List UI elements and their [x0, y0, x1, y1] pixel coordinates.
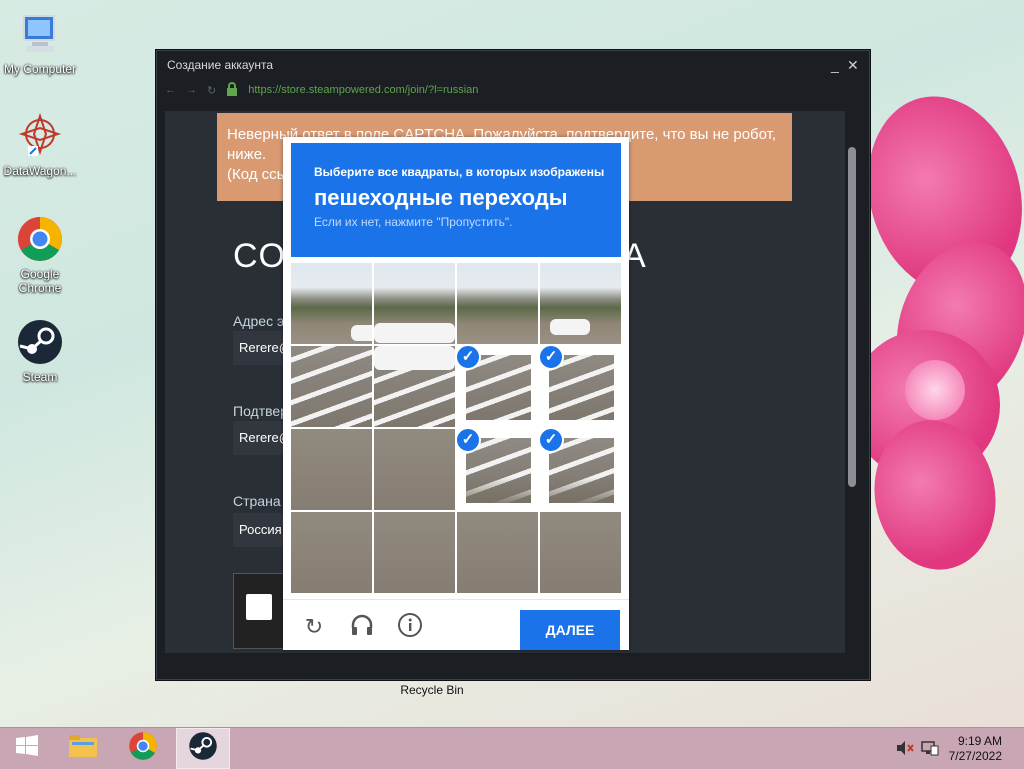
captcha-header: Выберите все квадраты, в которых изображ…: [291, 143, 621, 257]
chrome-icon: [16, 215, 64, 263]
recaptcha-checkbox[interactable]: [246, 594, 272, 620]
taskbar-steam[interactable]: [176, 728, 230, 769]
scrollbar-thumb[interactable]: [848, 147, 856, 487]
taskbar: 9:19 AM 7/27/2022: [0, 727, 1024, 769]
scrollbar[interactable]: [845, 111, 861, 653]
clock-time: 9:19 AM: [957, 734, 1002, 748]
audio-challenge-icon[interactable]: [347, 612, 377, 642]
taskbar-file-explorer[interactable]: [56, 728, 110, 769]
clock-date: 7/27/2022: [948, 749, 1002, 763]
captcha-tile[interactable]: [457, 263, 538, 344]
captcha-tile-selected[interactable]: ✓: [540, 429, 621, 510]
computer-icon: [16, 10, 64, 58]
country-label: Страна: [233, 493, 281, 509]
captcha-image-grid: ✓ ✓ ✓ ✓: [291, 263, 621, 593]
desktop-icon-steam[interactable]: Steam: [0, 318, 80, 384]
back-arrow-icon[interactable]: ←: [165, 84, 176, 96]
steam-icon: [16, 318, 64, 366]
desktop-icon-label: Steam: [22, 370, 58, 384]
datawagon-icon: [16, 112, 64, 160]
captcha-tile-selected[interactable]: ✓: [457, 429, 538, 510]
captcha-tile[interactable]: [291, 263, 372, 344]
reload-icon[interactable]: ↻: [207, 84, 216, 97]
taskbar-chrome[interactable]: [116, 728, 170, 769]
captcha-challenge: Выберите все квадраты, в которых изображ…: [283, 137, 629, 650]
captcha-tile[interactable]: [374, 346, 455, 427]
system-clock[interactable]: 9:19 AM 7/27/2022: [949, 734, 1002, 764]
captcha-tile[interactable]: [540, 512, 621, 593]
forward-arrow-icon[interactable]: →: [186, 84, 197, 96]
captcha-tile[interactable]: [457, 512, 538, 593]
lock-icon: [226, 81, 238, 99]
next-button[interactable]: ДАЛЕЕ: [520, 610, 620, 650]
captcha-footer: ↻ ДАЛЕЕ: [283, 599, 629, 651]
volume-muted-icon[interactable]: [896, 740, 914, 759]
desktop-icon-label: DataWagon...: [3, 164, 77, 178]
chrome-icon: [128, 731, 158, 766]
captcha-tile[interactable]: [374, 263, 455, 344]
url-text[interactable]: https://store.steampowered.com/join/?l=r…: [248, 84, 478, 96]
desktop-icon-datawagon[interactable]: DataWagon...: [0, 112, 80, 178]
captcha-target: пешеходные переходы: [314, 185, 568, 210]
info-icon[interactable]: [395, 612, 425, 642]
desktop-icon-label: My Computer: [3, 62, 77, 76]
page-heading: CO A: [233, 237, 646, 276]
window-titlebar[interactable]: Создание аккаунта: [157, 51, 869, 79]
navigation-bar: ← → ↻ https://store.steampowered.com/joi…: [157, 79, 869, 101]
file-explorer-icon: [68, 733, 98, 764]
desktop-icon-chrome[interactable]: Google Chrome: [0, 215, 80, 295]
captcha-hint: Если их нет, нажмите "Пропустить".: [314, 215, 513, 229]
captcha-tile[interactable]: [540, 263, 621, 344]
heading-left: CO: [233, 237, 286, 275]
reload-challenge-icon[interactable]: ↻: [299, 612, 329, 642]
captcha-tile-selected[interactable]: ✓: [457, 346, 538, 427]
captcha-tile-selected[interactable]: ✓: [540, 346, 621, 427]
minimize-button[interactable]: _: [831, 57, 839, 73]
close-button[interactable]: ✕: [847, 57, 859, 74]
email-label: Адрес э: [233, 313, 285, 329]
captcha-tile[interactable]: [291, 512, 372, 593]
captcha-tile[interactable]: [291, 346, 372, 427]
network-icon[interactable]: [921, 740, 939, 759]
start-button[interactable]: [0, 728, 54, 769]
desktop-icon-my-computer[interactable]: My Computer: [0, 10, 80, 76]
start-icon: [15, 734, 39, 763]
desktop-icon-label: Google Chrome: [18, 267, 62, 295]
captcha-tile[interactable]: [291, 429, 372, 510]
steam-icon: [188, 731, 218, 766]
captcha-tile[interactable]: [374, 429, 455, 510]
captcha-instruction: Выберите все квадраты, в которых изображ…: [314, 165, 605, 179]
window-title: Создание аккаунта: [167, 58, 274, 72]
recycle-bin-label: Recycle Bin: [400, 683, 464, 697]
confirm-email-label: Подтвер: [233, 403, 288, 419]
captcha-tile[interactable]: [374, 512, 455, 593]
desktop-icon-recycle-bin[interactable]: Recycle Bin: [392, 683, 472, 697]
